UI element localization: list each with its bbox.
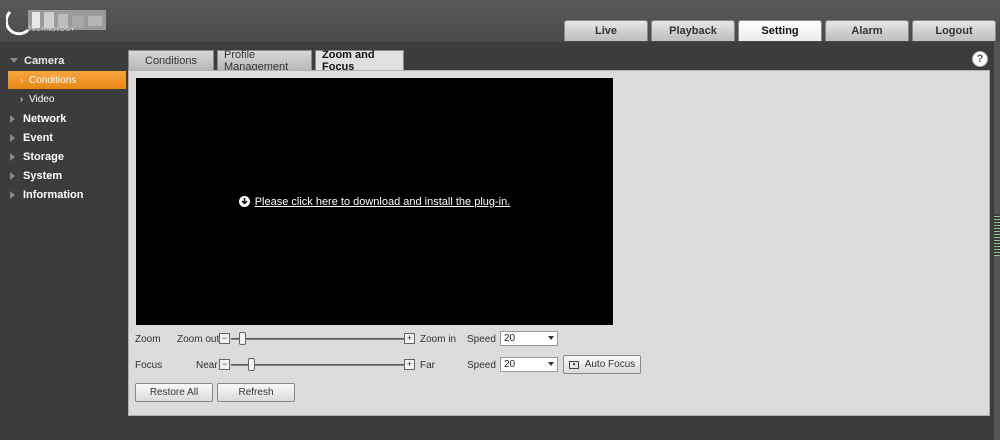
video-preview: Please click here to download and instal…	[136, 78, 613, 325]
focus-target-icon	[568, 360, 579, 369]
dropdown-arrow-icon	[548, 336, 554, 340]
chevron-right-icon: ›	[20, 94, 23, 104]
refresh-button[interactable]: Refresh	[217, 383, 295, 402]
collapsed-triangle-icon	[10, 152, 15, 161]
focus-far-label: Far	[420, 360, 435, 371]
focus-speed-label: Speed	[467, 360, 496, 371]
collapsed-triangle-icon	[10, 133, 15, 142]
sidebar-item-conditions[interactable]: › Conditions	[8, 71, 126, 89]
sidebar: Camera › Conditions › Video Network Even…	[0, 42, 127, 440]
top-header: TECHNOLOGY Live Playback Setting Alarm L…	[0, 0, 1000, 42]
sidebar-item-video[interactable]: › Video	[0, 90, 127, 108]
zoom-slider-thumb[interactable]	[239, 332, 247, 345]
dropdown-arrow-icon	[548, 362, 554, 366]
main-nav: Live Playback Setting Alarm Logout	[564, 20, 996, 41]
sidebar-group-label: System	[23, 169, 63, 182]
plugin-link-text: Please click here to download and instal…	[254, 195, 511, 208]
nav-tab-setting[interactable]: Setting	[738, 20, 822, 41]
zoom-slider-track[interactable]	[231, 338, 404, 340]
sidebar-item-label: Conditions	[29, 74, 77, 86]
main-panel: Please click here to download and instal…	[128, 70, 990, 416]
sidebar-group-label: Storage	[23, 150, 64, 163]
logo-subtitle: TECHNOLOGY	[28, 27, 76, 33]
sidebar-group-label: Information	[23, 188, 84, 201]
expanded-triangle-icon	[10, 58, 18, 63]
zoom-out-button[interactable]: −	[219, 333, 230, 344]
nav-tab-playback[interactable]: Playback	[651, 20, 735, 41]
focus-slider-thumb[interactable]	[247, 358, 255, 371]
sidebar-group-label: Camera	[24, 54, 65, 67]
focus-near-button[interactable]: −	[219, 359, 230, 370]
sidebar-item-label: Video	[29, 93, 55, 105]
sidebar-group-camera[interactable]: Camera	[0, 51, 127, 70]
auto-focus-button[interactable]: Auto Focus	[563, 355, 641, 374]
sidebar-group-network[interactable]: Network	[0, 109, 127, 128]
focus-speed-value: 20	[504, 359, 516, 370]
nav-tab-logout[interactable]: Logout	[912, 20, 996, 41]
focus-slider-track[interactable]	[231, 364, 404, 366]
zoom-speed-select[interactable]: 20	[500, 331, 558, 346]
content-tabs: Conditions Profile Management Zoom and F…	[128, 49, 404, 73]
sidebar-group-label: Network	[23, 112, 67, 125]
tab-zoom-and-focus[interactable]: Zoom and Focus	[315, 49, 404, 73]
zoom-out-label: Zoom out	[177, 334, 220, 345]
collapsed-triangle-icon	[10, 190, 15, 199]
help-icon[interactable]: ?	[972, 51, 988, 67]
tab-profile-management[interactable]: Profile Management	[217, 49, 312, 73]
collapsed-triangle-icon	[10, 171, 15, 180]
focus-speed-select[interactable]: 20	[500, 357, 558, 372]
nav-tab-alarm[interactable]: Alarm	[825, 20, 909, 41]
zoom-speed-value: 20	[504, 333, 516, 344]
focus-label: Focus	[135, 360, 163, 371]
focus-near-label: Near	[196, 360, 218, 371]
zoom-speed-label: Speed	[467, 334, 496, 345]
nav-tab-live[interactable]: Live	[564, 20, 648, 41]
sidebar-group-event[interactable]: Event	[0, 128, 127, 147]
restore-all-button[interactable]: Restore All	[135, 383, 213, 402]
auto-focus-label: Auto Focus	[584, 359, 636, 370]
focus-far-button[interactable]: +	[404, 359, 415, 370]
scrollbar-thumb[interactable]	[994, 214, 1000, 256]
sidebar-group-information[interactable]: Information	[0, 185, 127, 204]
plugin-download-link[interactable]: Please click here to download and instal…	[238, 195, 511, 208]
zoom-label: Zoom	[135, 334, 161, 345]
zoom-in-label: Zoom in	[420, 334, 457, 345]
download-arrow-icon	[238, 196, 250, 207]
collapsed-triangle-icon	[10, 114, 15, 123]
zoom-in-button[interactable]: +	[404, 333, 415, 344]
sidebar-group-storage[interactable]: Storage	[0, 147, 127, 166]
sidebar-group-label: Event	[23, 131, 53, 144]
chevron-right-icon: ›	[20, 75, 23, 85]
tab-conditions[interactable]: Conditions	[128, 50, 214, 70]
sidebar-group-system[interactable]: System	[0, 166, 127, 185]
